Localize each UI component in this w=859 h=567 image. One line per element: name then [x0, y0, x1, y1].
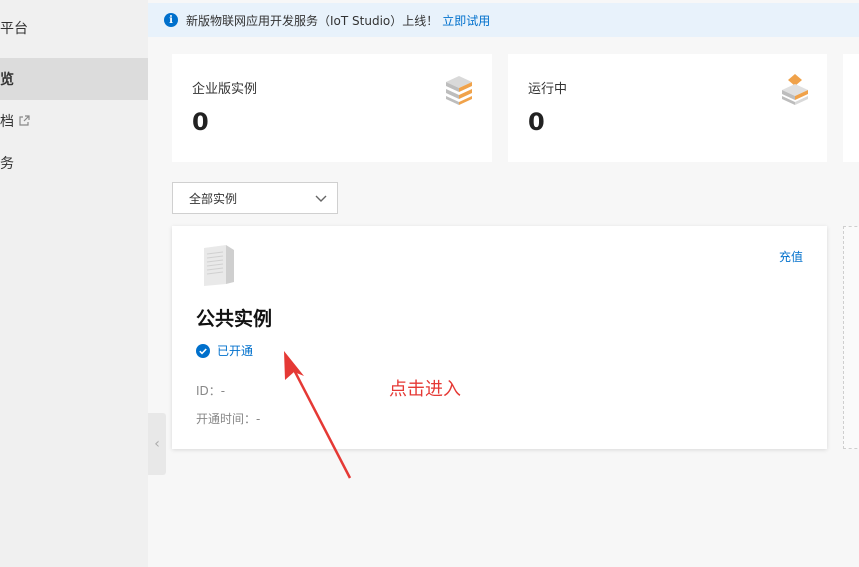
- running-stack-icon: [782, 74, 808, 105]
- recharge-link[interactable]: 充值: [779, 248, 803, 265]
- server-icon: [204, 245, 234, 286]
- stat-label: 企业版实例: [192, 82, 258, 97]
- annotation-arrow-icon: [284, 351, 352, 479]
- stack-layers-icon: [446, 76, 472, 105]
- instance-filter-value: 全部实例: [189, 191, 238, 206]
- check-circle-icon: [196, 343, 210, 358]
- annotation-text: 点击进入: [389, 379, 461, 400]
- stat-card-enterprise[interactable]: 企业版实例 0: [172, 54, 492, 162]
- sidebar-item-docs[interactable]: 档: [0, 100, 148, 142]
- stat-value: 0: [192, 108, 209, 136]
- notice-bar: i 新版物联网应用开发服务（IoT Studio）上线！ 立即试用: [148, 3, 859, 37]
- sidebar-title: 平台: [0, 21, 28, 37]
- stat-value: 0: [528, 108, 545, 136]
- sidebar-item-label: 览: [0, 72, 14, 88]
- sidebar: 平台 览 档 务: [0, 0, 148, 567]
- stat-card-partial: [843, 54, 859, 162]
- status-badge: 已开通: [196, 342, 253, 359]
- instance-filter-select[interactable]: 全部实例: [172, 182, 338, 214]
- status-text: 已开通: [217, 344, 254, 358]
- sidebar-item-services[interactable]: 务: [0, 142, 148, 184]
- instance-title[interactable]: 公共实例: [196, 304, 272, 331]
- sidebar-item-label: 务: [0, 156, 14, 172]
- sidebar-collapse-handle[interactable]: ‹: [148, 413, 166, 475]
- sidebar-item-label: 档: [0, 114, 14, 130]
- notice-try-link[interactable]: 立即试用: [442, 12, 490, 29]
- instance-id: ID：-: [196, 384, 226, 398]
- add-instance-placeholder: [843, 226, 859, 449]
- chevron-down-icon: [315, 195, 327, 202]
- stat-label: 运行中: [528, 82, 568, 97]
- stat-card-running[interactable]: 运行中 0: [508, 54, 827, 162]
- notice-text: 新版物联网应用开发服务（IoT Studio）上线！: [186, 13, 439, 28]
- instance-open-time: 开通时间：-: [196, 412, 261, 426]
- sidebar-item-overview[interactable]: 览: [0, 58, 148, 100]
- external-link-icon: [19, 115, 30, 126]
- info-icon: i: [164, 13, 178, 27]
- chevron-left-icon: ‹: [154, 436, 160, 452]
